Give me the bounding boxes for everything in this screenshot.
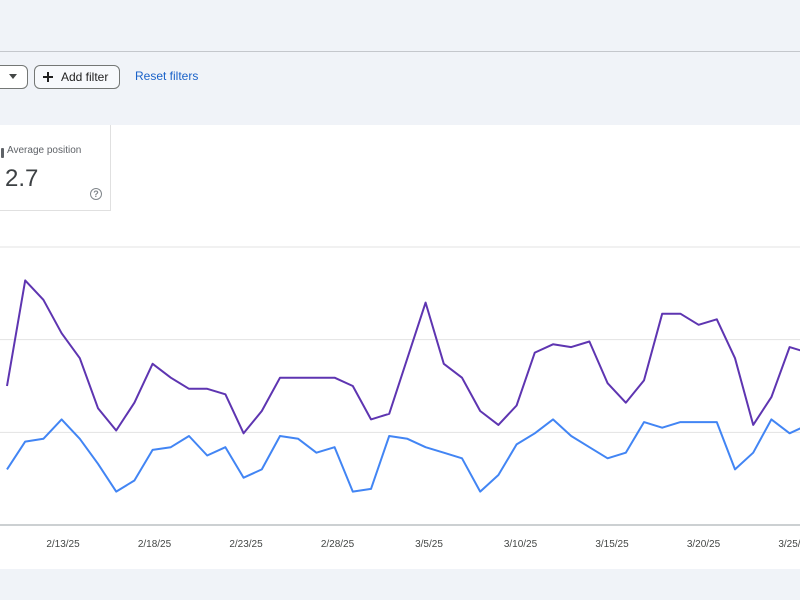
average-position-card[interactable]: Average position 2.7 ? — [0, 125, 111, 211]
x-tick-label: 2/18/25 — [138, 539, 172, 550]
x-tick-label: 3/5/25 — [415, 539, 443, 550]
filter-row: Add filter Reset filters — [0, 52, 800, 125]
metric-label: Average position — [7, 145, 82, 156]
performance-panel: 2/13/25 2/18/25 2/23/25 2/28/25 3/5/25 3/10/2… — [0, 125, 800, 569]
add-filter-label: Add filter — [61, 70, 109, 84]
x-tick-label: 3/20/25 — [687, 539, 721, 550]
performance-chart: 2/13/25 2/18/25 2/23/25 2/28/25 3/5/25 3/10/2… — [0, 246, 800, 550]
x-tick-label: 3/10/25 — [504, 539, 538, 550]
metric-checkbox[interactable] — [1, 148, 4, 158]
series-line-1 — [6, 279, 800, 435]
x-tick-label: 3/15/25 — [595, 539, 629, 550]
help-circle-icon[interactable]: ? — [90, 188, 102, 200]
x-tick-label: 2/23/25 — [229, 539, 263, 550]
metric-value: 2.7 — [5, 165, 39, 192]
top-bar — [0, 0, 800, 52]
add-filter-button[interactable]: Add filter — [34, 65, 120, 89]
x-tick-label: 3/25/25 — [778, 539, 800, 550]
series-line-2 — [6, 418, 800, 493]
reset-filters-link[interactable]: Reset filters — [135, 69, 198, 83]
date-filter-chip[interactable] — [0, 65, 28, 89]
bottom-band — [0, 569, 800, 600]
plus-icon — [43, 72, 53, 82]
caret-down-icon — [9, 74, 17, 79]
x-tick-label: 2/28/25 — [321, 539, 355, 550]
x-tick-label: 2/13/25 — [46, 539, 80, 550]
